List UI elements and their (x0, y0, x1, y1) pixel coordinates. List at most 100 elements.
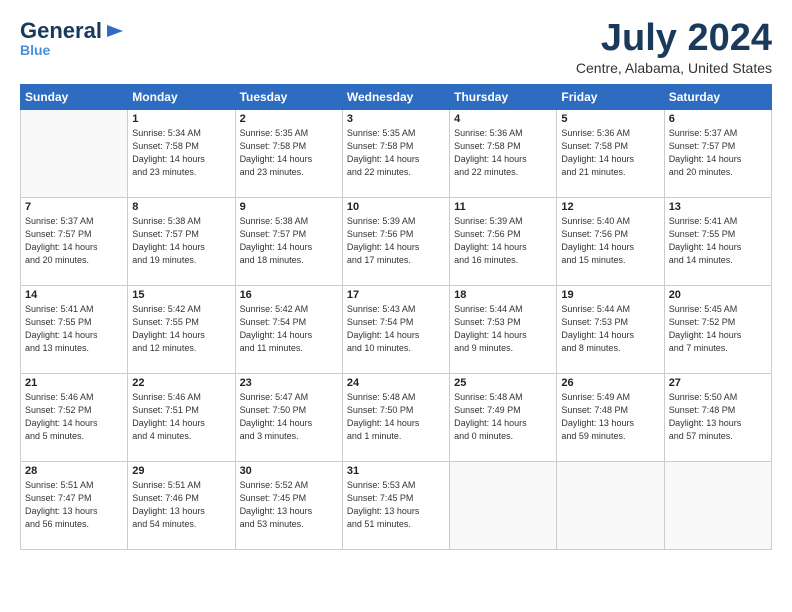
calendar-cell: 21 Sunrise: 5:46 AM Sunset: 7:52 PM Dayli… (21, 373, 128, 461)
day-info: Sunrise: 5:44 AM Sunset: 7:53 PM Dayligh… (561, 303, 659, 355)
calendar-cell: 27 Sunrise: 5:50 AM Sunset: 7:48 PM Dayli… (664, 373, 771, 461)
calendar-week-row: 7 Sunrise: 5:37 AM Sunset: 7:57 PM Daylig… (21, 197, 772, 285)
calendar-cell (450, 461, 557, 549)
main-title: July 2024 (576, 18, 772, 60)
calendar-cell: 2 Sunrise: 5:35 AM Sunset: 7:58 PM Daylig… (235, 109, 342, 197)
calendar-cell: 30Sunrise: 5:52 AM Sunset: 7:45 PM Dayli… (235, 461, 342, 549)
day-info: Sunrise: 5:38 AM Sunset: 7:57 PM Dayligh… (240, 215, 338, 267)
logo-arrow-icon (105, 21, 125, 41)
title-block: July 2024 Centre, Alabama, United States (576, 18, 772, 76)
day-number: 8 (132, 201, 230, 213)
day-info: Sunrise: 5:36 AM Sunset: 7:58 PM Dayligh… (454, 127, 552, 179)
day-number: 9 (240, 201, 338, 213)
day-number: 21 (25, 377, 123, 389)
day-info: Sunrise: 5:51 AM Sunset: 7:46 PM Dayligh… (132, 479, 230, 531)
day-info: Sunrise: 5:51 AM Sunset: 7:47 PM Dayligh… (25, 479, 123, 531)
day-info: Sunrise: 5:39 AM Sunset: 7:56 PM Dayligh… (454, 215, 552, 267)
day-number: 18 (454, 289, 552, 301)
day-info: Sunrise: 5:41 AM Sunset: 7:55 PM Dayligh… (25, 303, 123, 355)
day-info: Sunrise: 5:42 AM Sunset: 7:55 PM Dayligh… (132, 303, 230, 355)
logo: General Blue (20, 18, 125, 58)
day-number: 25 (454, 377, 552, 389)
calendar-cell: 31 Sunrise: 5:53 AM Sunset: 7:45 PM Dayli… (342, 461, 449, 549)
day-info: Sunrise: 5:48 AM Sunset: 7:50 PM Dayligh… (347, 391, 445, 443)
calendar-week-row: 28 Sunrise: 5:51 AM Sunset: 7:47 PM Dayli… (21, 461, 772, 549)
header: General Blue July 2024 Centre, Alabama, … (20, 18, 772, 76)
calendar-cell: 19Sunrise: 5:44 AM Sunset: 7:53 PM Dayli… (557, 285, 664, 373)
day-number: 30 (240, 465, 338, 477)
day-number: 3 (347, 113, 445, 125)
calendar-cell: 12 Sunrise: 5:40 AM Sunset: 7:56 PM Dayli… (557, 197, 664, 285)
calendar-cell: 5Sunrise: 5:36 AM Sunset: 7:58 PM Daylig… (557, 109, 664, 197)
page: General Blue July 2024 Centre, Alabama, … (0, 0, 792, 612)
header-sunday: Sunday (21, 84, 128, 109)
day-info: Sunrise: 5:49 AM Sunset: 7:48 PM Dayligh… (561, 391, 659, 443)
day-number: 12 (561, 201, 659, 213)
day-info: Sunrise: 5:41 AM Sunset: 7:55 PM Dayligh… (669, 215, 767, 267)
day-number: 13 (669, 201, 767, 213)
calendar-cell: 23 Sunrise: 5:47 AM Sunset: 7:50 PM Dayli… (235, 373, 342, 461)
day-number: 17 (347, 289, 445, 301)
calendar-cell: 14Sunrise: 5:41 AM Sunset: 7:55 PM Dayli… (21, 285, 128, 373)
day-info: Sunrise: 5:38 AM Sunset: 7:57 PM Dayligh… (132, 215, 230, 267)
calendar-week-row: 1Sunrise: 5:34 AM Sunset: 7:58 PM Daylig… (21, 109, 772, 197)
logo-general: General (20, 18, 102, 44)
day-info: Sunrise: 5:42 AM Sunset: 7:54 PM Dayligh… (240, 303, 338, 355)
header-monday: Monday (128, 84, 235, 109)
calendar-week-row: 21 Sunrise: 5:46 AM Sunset: 7:52 PM Dayli… (21, 373, 772, 461)
header-wednesday: Wednesday (342, 84, 449, 109)
day-number: 23 (240, 377, 338, 389)
calendar-cell: 1Sunrise: 5:34 AM Sunset: 7:58 PM Daylig… (128, 109, 235, 197)
day-number: 1 (132, 113, 230, 125)
day-info: Sunrise: 5:43 AM Sunset: 7:54 PM Dayligh… (347, 303, 445, 355)
day-number: 6 (669, 113, 767, 125)
day-number: 11 (454, 201, 552, 213)
day-info: Sunrise: 5:47 AM Sunset: 7:50 PM Dayligh… (240, 391, 338, 443)
day-info: Sunrise: 5:37 AM Sunset: 7:57 PM Dayligh… (669, 127, 767, 179)
day-info: Sunrise: 5:45 AM Sunset: 7:52 PM Dayligh… (669, 303, 767, 355)
day-number: 7 (25, 201, 123, 213)
day-info: Sunrise: 5:53 AM Sunset: 7:45 PM Dayligh… (347, 479, 445, 531)
day-info: Sunrise: 5:35 AM Sunset: 7:58 PM Dayligh… (240, 127, 338, 179)
day-number: 5 (561, 113, 659, 125)
calendar-header-row: SundayMondayTuesdayWednesdayThursdayFrid… (21, 84, 772, 109)
header-thursday: Thursday (450, 84, 557, 109)
day-number: 16 (240, 289, 338, 301)
calendar-cell (664, 461, 771, 549)
day-info: Sunrise: 5:40 AM Sunset: 7:56 PM Dayligh… (561, 215, 659, 267)
day-info: Sunrise: 5:37 AM Sunset: 7:57 PM Dayligh… (25, 215, 123, 267)
day-info: Sunrise: 5:46 AM Sunset: 7:52 PM Dayligh… (25, 391, 123, 443)
day-info: Sunrise: 5:48 AM Sunset: 7:49 PM Dayligh… (454, 391, 552, 443)
subtitle: Centre, Alabama, United States (576, 60, 772, 76)
calendar-table: SundayMondayTuesdayWednesdayThursdayFrid… (20, 84, 772, 550)
day-number: 20 (669, 289, 767, 301)
calendar-cell: 15Sunrise: 5:42 AM Sunset: 7:55 PM Dayli… (128, 285, 235, 373)
day-number: 28 (25, 465, 123, 477)
calendar-cell: 20 Sunrise: 5:45 AM Sunset: 7:52 PM Dayli… (664, 285, 771, 373)
calendar-cell: 6 Sunrise: 5:37 AM Sunset: 7:57 PM Daylig… (664, 109, 771, 197)
day-info: Sunrise: 5:44 AM Sunset: 7:53 PM Dayligh… (454, 303, 552, 355)
calendar-cell: 24 Sunrise: 5:48 AM Sunset: 7:50 PM Dayli… (342, 373, 449, 461)
calendar-cell: 3 Sunrise: 5:35 AM Sunset: 7:58 PM Daylig… (342, 109, 449, 197)
calendar-cell: 18 Sunrise: 5:44 AM Sunset: 7:53 PM Dayli… (450, 285, 557, 373)
day-number: 27 (669, 377, 767, 389)
day-info: Sunrise: 5:39 AM Sunset: 7:56 PM Dayligh… (347, 215, 445, 267)
day-number: 31 (347, 465, 445, 477)
calendar-cell: 16 Sunrise: 5:42 AM Sunset: 7:54 PM Dayli… (235, 285, 342, 373)
calendar-cell: 22 Sunrise: 5:46 AM Sunset: 7:51 PM Dayli… (128, 373, 235, 461)
logo-blue: Blue (20, 42, 50, 58)
day-number: 24 (347, 377, 445, 389)
day-number: 2 (240, 113, 338, 125)
day-number: 10 (347, 201, 445, 213)
calendar-cell: 7 Sunrise: 5:37 AM Sunset: 7:57 PM Daylig… (21, 197, 128, 285)
day-info: Sunrise: 5:46 AM Sunset: 7:51 PM Dayligh… (132, 391, 230, 443)
day-info: Sunrise: 5:35 AM Sunset: 7:58 PM Dayligh… (347, 127, 445, 179)
calendar-cell: 8 Sunrise: 5:38 AM Sunset: 7:57 PM Daylig… (128, 197, 235, 285)
calendar-cell: 26Sunrise: 5:49 AM Sunset: 7:48 PM Dayli… (557, 373, 664, 461)
header-friday: Friday (557, 84, 664, 109)
day-number: 4 (454, 113, 552, 125)
day-info: Sunrise: 5:50 AM Sunset: 7:48 PM Dayligh… (669, 391, 767, 443)
calendar-cell (21, 109, 128, 197)
calendar-cell: 28 Sunrise: 5:51 AM Sunset: 7:47 PM Dayli… (21, 461, 128, 549)
day-number: 22 (132, 377, 230, 389)
